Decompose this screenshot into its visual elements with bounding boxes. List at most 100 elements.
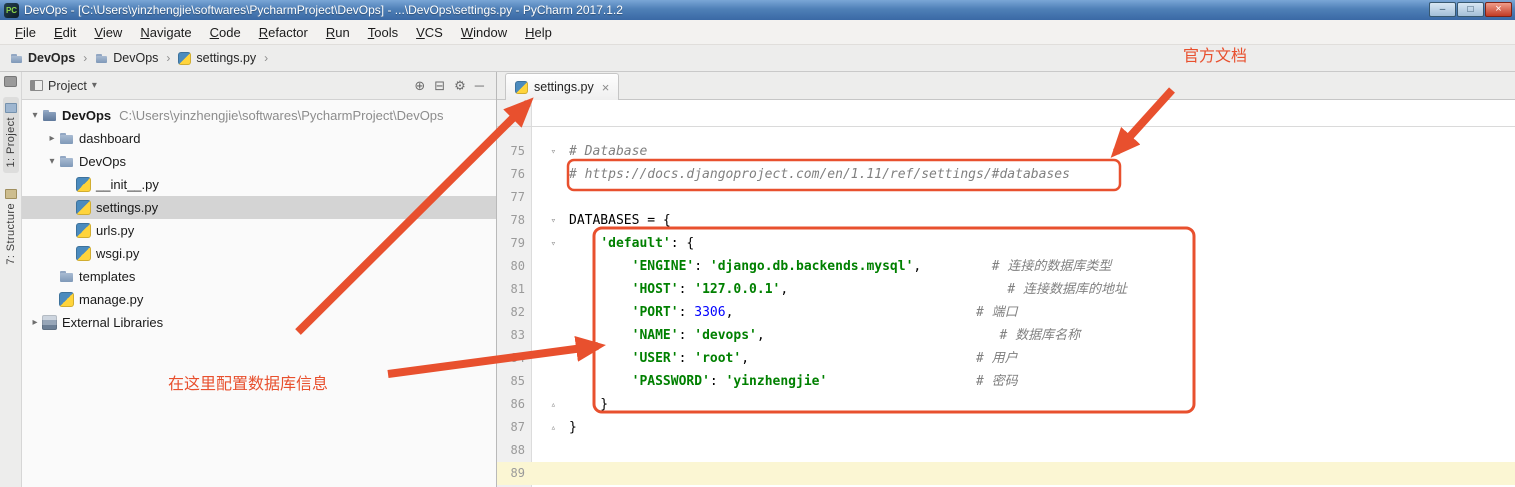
line-number: 87 (497, 416, 531, 439)
code-token: , (757, 328, 1000, 343)
title-bar: PC DevOps - [C:\Users\yinzhengjie\softwa… (0, 0, 1515, 20)
menu-tools[interactable]: Tools (359, 25, 407, 40)
toolwindow-quick-access-icon[interactable] (4, 76, 17, 87)
tree-item-label: manage.py (79, 292, 143, 307)
code-line-89: 89 (497, 462, 1515, 485)
python-file-icon (76, 177, 91, 192)
python-file-icon (59, 292, 74, 307)
tree-item-wsgi-py[interactable]: wsgi.py (22, 242, 496, 265)
pycharm-window: PC DevOps - [C:\Users\yinzhengjie\softwa… (0, 0, 1515, 487)
breadcrumb-item-settings-py[interactable]: settings.py (176, 51, 258, 65)
tree-item-path: C:\Users\yinzhengjie\softwares\PycharmPr… (119, 108, 443, 123)
fold-open-icon[interactable]: ▿ (551, 147, 556, 157)
line-number: 77 (497, 186, 531, 209)
code-line-82: 82 'PORT': 3306, # 端口 (497, 301, 1515, 324)
code-token: , (726, 305, 976, 320)
code-text (561, 462, 1515, 485)
menu-navigate[interactable]: Navigate (131, 25, 200, 40)
code-token (569, 259, 632, 274)
fold-open-icon[interactable]: ▿ (551, 216, 556, 226)
code-token (827, 374, 976, 389)
code-token: : (694, 259, 710, 274)
folder-icon (59, 154, 74, 169)
chevron-collapsed-icon[interactable]: ▸ (45, 133, 59, 144)
close-button[interactable]: × (1485, 2, 1512, 17)
libraries-icon (42, 315, 57, 330)
code-token: } (569, 397, 608, 412)
fold-open-icon[interactable]: ▿ (551, 239, 556, 249)
tree-item-urls-py[interactable]: urls.py (22, 219, 496, 242)
breadcrumb-item-devops[interactable]: DevOps (93, 51, 160, 65)
fold-close-icon[interactable]: ▵ (551, 400, 556, 410)
project-view-dropdown-icon[interactable]: ▾ (92, 80, 97, 91)
menu-edit[interactable]: Edit (45, 25, 85, 40)
menu-help[interactable]: Help (516, 25, 561, 40)
project-folder-icon (42, 108, 57, 123)
code-text (561, 186, 1515, 209)
maximize-button[interactable]: □ (1457, 2, 1484, 17)
toolwindow-tab-project[interactable]: 1: Project (3, 97, 19, 173)
hide-panel-button[interactable]: ─ (475, 79, 484, 92)
fold-column (531, 255, 561, 278)
folder-icon (10, 52, 23, 65)
code-text: DATABASES = { (561, 209, 1515, 232)
code-line-85: 85 'PASSWORD': 'yinzhengjie' # 密码 (497, 370, 1515, 393)
menu-view[interactable]: View (85, 25, 131, 40)
menu-vcs[interactable]: VCS (407, 25, 452, 40)
code-token (569, 236, 600, 251)
code-line-75: 75▿# Database (497, 140, 1515, 163)
tree-item-init-py[interactable]: __init__.py (22, 173, 496, 196)
tree-item-settings-py[interactable]: settings.py (22, 196, 496, 219)
code-token: 'NAME' (632, 328, 679, 343)
editor-body[interactable]: 75▿# Database76# https://docs.djangoproj… (497, 100, 1515, 487)
menu-window[interactable]: Window (452, 25, 516, 40)
code-token: : (710, 374, 726, 389)
menu-code[interactable]: Code (201, 25, 250, 40)
tree-item-external-libraries[interactable]: ▸External Libraries (22, 311, 496, 334)
code-token (569, 328, 632, 343)
folder-icon (59, 269, 74, 284)
code-text: 'PORT': 3306, # 端口 (561, 301, 1515, 324)
minimize-button[interactable]: – (1429, 2, 1456, 17)
panel-header-buttons: ⊕ ⊟ ⚙ ─ (414, 79, 488, 92)
scroll-from-source-button[interactable]: ⊕ (414, 79, 425, 92)
chevron-right-icon: › (163, 51, 173, 65)
settings-gear-button[interactable]: ⚙ (454, 79, 466, 92)
line-number: 79 (497, 232, 531, 255)
code-token: # 连接的数据库类型 (992, 259, 1112, 274)
code-line-76: 76# https://docs.djangoproject.com/en/1.… (497, 163, 1515, 186)
pycharm-logo-icon: PC (4, 3, 19, 18)
project-panel-header: Project ▾ ⊕ ⊟ ⚙ ─ (22, 72, 496, 100)
tree-item-label: __init__.py (96, 177, 159, 192)
toolwindow-tab-structure[interactable]: 7: Structure (3, 183, 19, 271)
tree-item-dashboard[interactable]: ▸dashboard (22, 127, 496, 150)
code-token: '127.0.0.1' (694, 282, 780, 297)
tree-item-devops[interactable]: ▾DevOpsC:\Users\yinzhengjie\softwares\Py… (22, 104, 496, 127)
menu-refactor[interactable]: Refactor (250, 25, 317, 40)
code-token: : (679, 328, 695, 343)
tree-item-templates[interactable]: templates (22, 265, 496, 288)
python-file-icon (76, 246, 91, 261)
code-token: # 连接数据库的地址 (1007, 282, 1127, 297)
line-number: 75 (497, 140, 531, 163)
editor-tab-settings-py[interactable]: settings.py × (505, 73, 619, 100)
tree-item-devops[interactable]: ▾ DevOps (22, 150, 496, 173)
menu-run[interactable]: Run (317, 25, 359, 40)
menu-file[interactable]: File (6, 25, 45, 40)
tree-item-label: DevOps (79, 154, 126, 169)
tree-item-manage-py[interactable]: manage.py (22, 288, 496, 311)
project-panel-title: Project (48, 79, 87, 93)
chevron-expanded-icon[interactable]: ▾ (28, 110, 42, 121)
fold-close-icon[interactable]: ▵ (551, 423, 556, 433)
chevron-expanded-icon[interactable]: ▾ (45, 156, 59, 167)
collapse-all-button[interactable]: ⊟ (434, 79, 445, 92)
code-token: DATABASES = { (569, 213, 671, 228)
fold-column (531, 301, 561, 324)
line-number: 88 (497, 439, 531, 462)
code-line-77: 77 (497, 186, 1515, 209)
chevron-collapsed-icon[interactable]: ▸ (28, 317, 42, 328)
code-token (569, 282, 632, 297)
breadcrumb-item-devops[interactable]: DevOps (8, 51, 77, 65)
tab-close-icon[interactable]: × (602, 80, 610, 95)
fold-column: ▿ (531, 232, 561, 255)
